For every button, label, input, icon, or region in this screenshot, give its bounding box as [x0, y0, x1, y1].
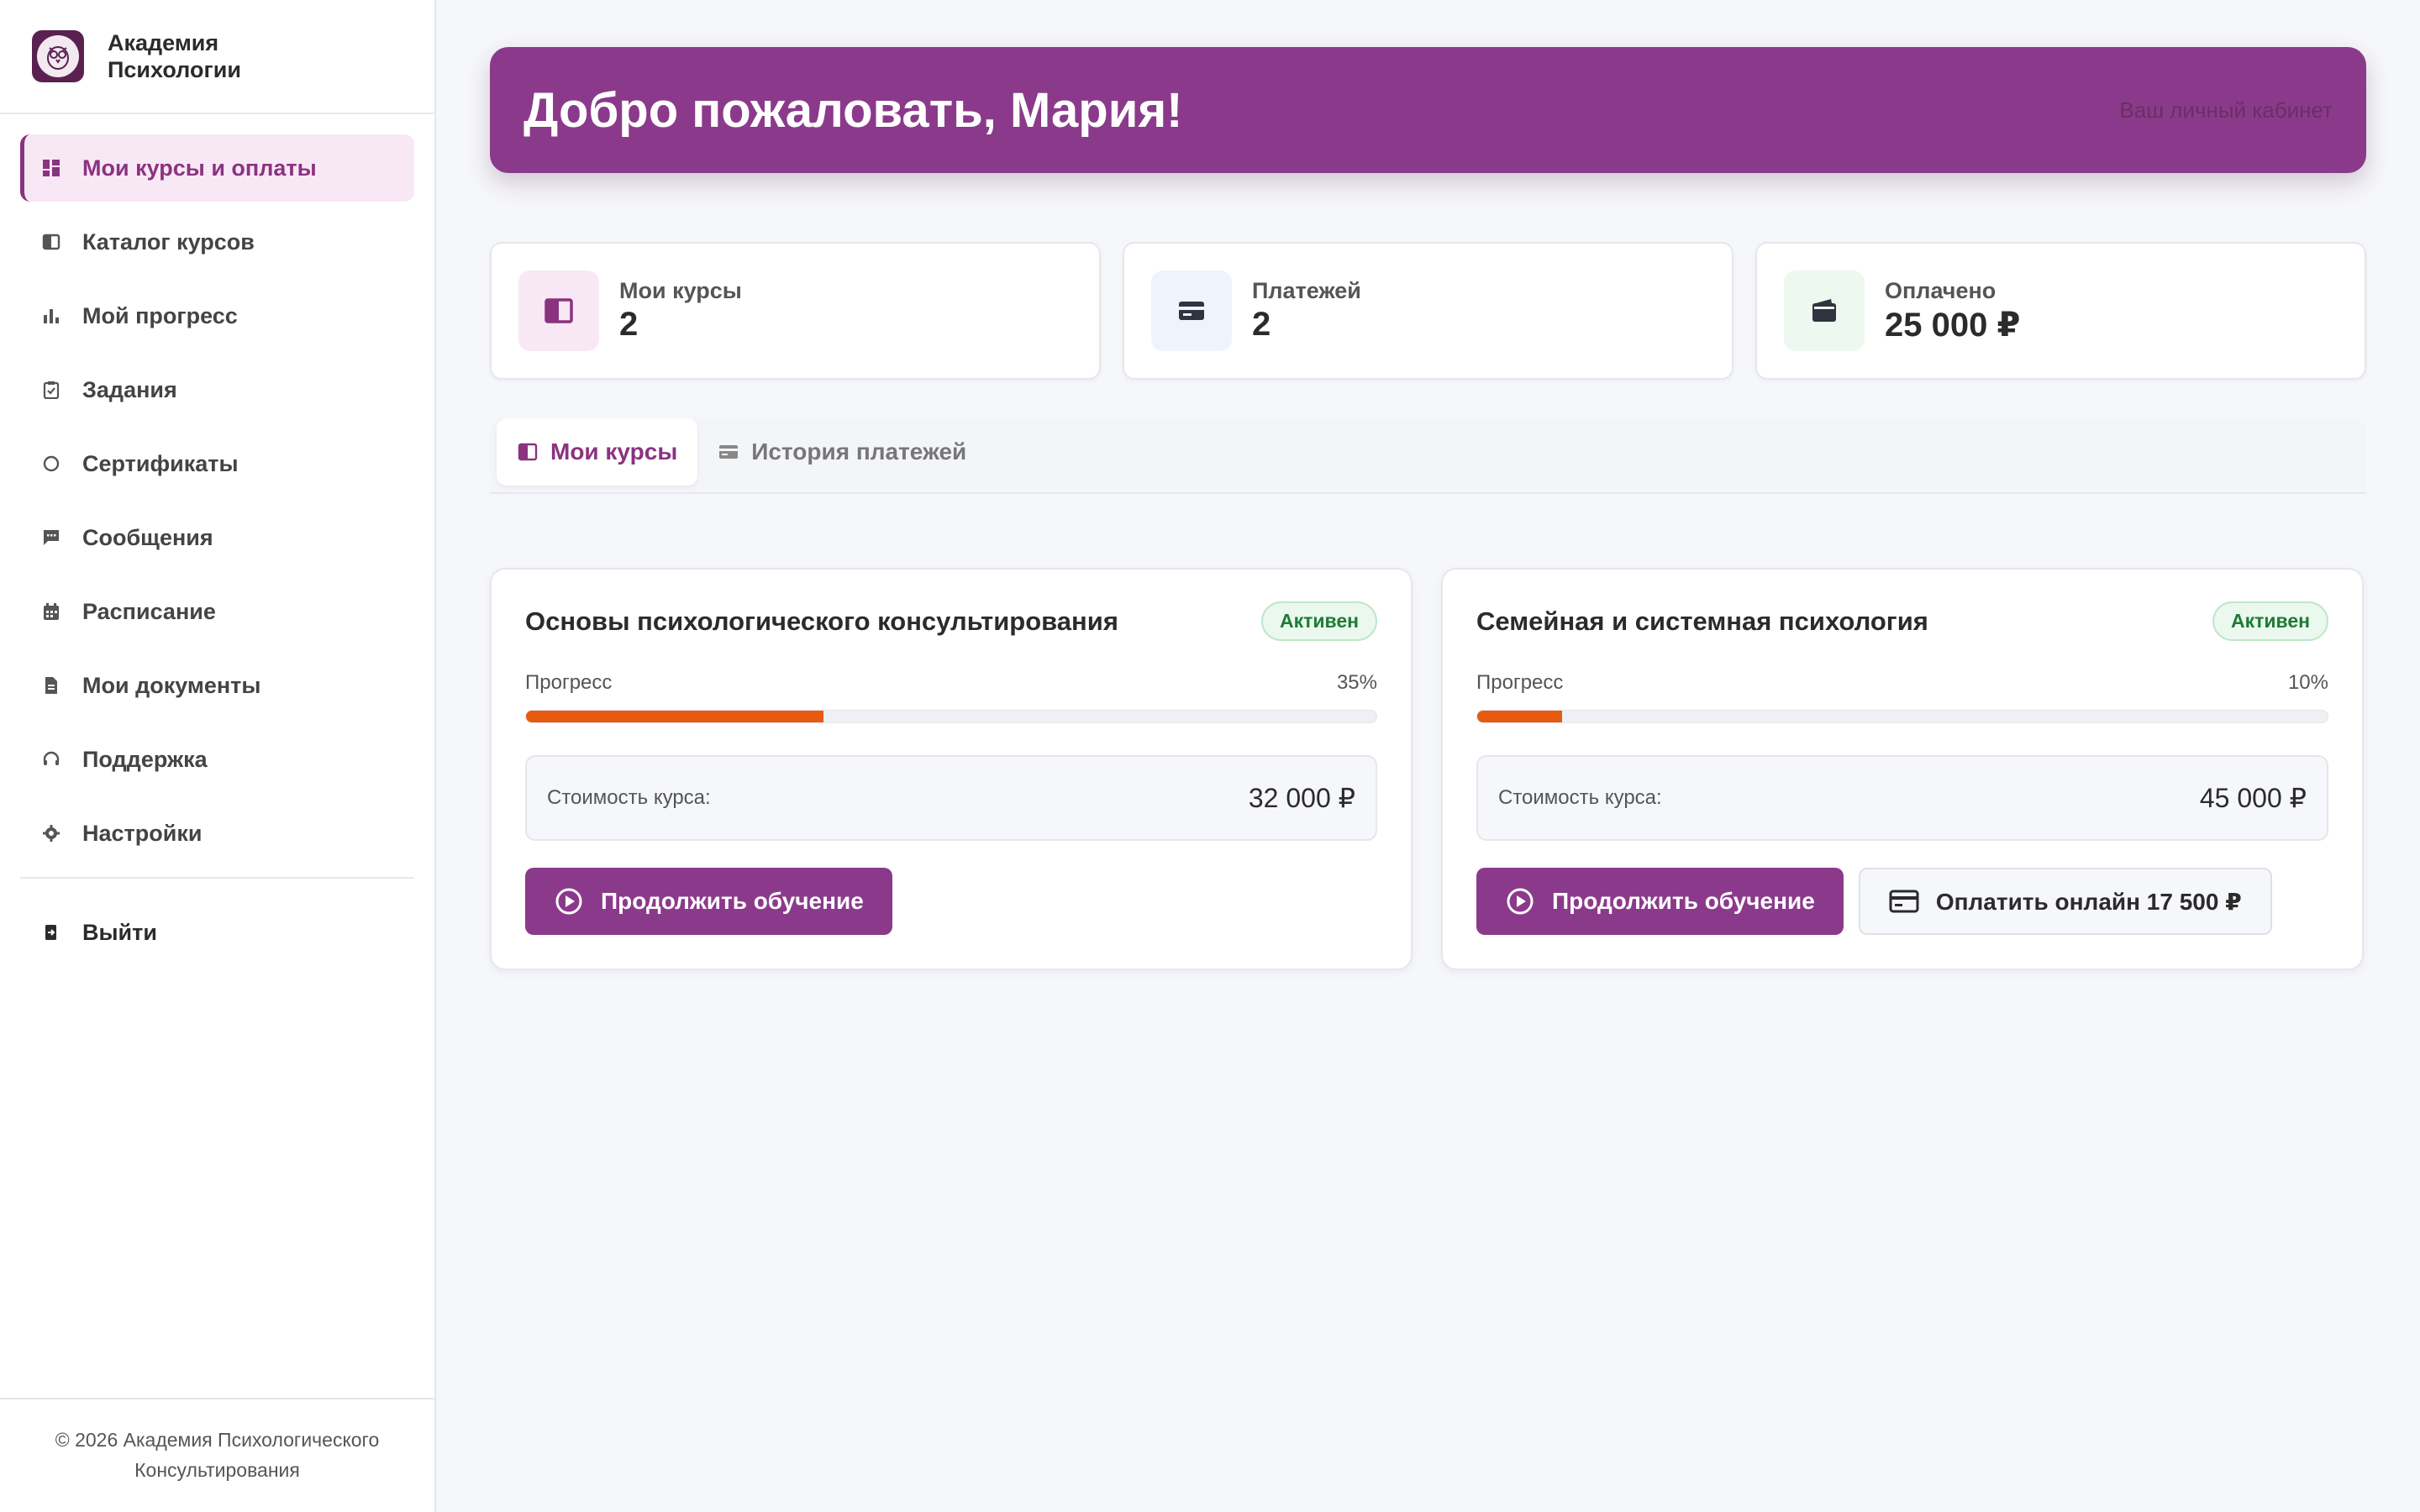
progress-bar [525, 710, 1377, 723]
sidebar-item-label: Поддержка [82, 746, 208, 772]
sidebar-item-label: Мои курсы и оплаты [82, 155, 317, 181]
tab-label: История платежей [751, 438, 967, 465]
headset-icon [40, 748, 62, 770]
gear-icon [40, 822, 62, 844]
credit-card-icon [1151, 270, 1232, 351]
sidebar-item-catalog[interactable]: Каталог курсов [20, 208, 414, 276]
stat-value: 2 [619, 306, 639, 343]
pay-online-button[interactable]: Оплатить онлайн 17 500 ₽ [1858, 868, 2272, 935]
sidebar-item-assignments[interactable]: Задания [20, 356, 414, 423]
progress-row: Прогресс 35% [525, 671, 1377, 695]
course-title: Основы психологического консультирования [525, 606, 1118, 636]
price-box: Стоимость курса: 45 000 ₽ [1476, 755, 2328, 841]
progress-label: Прогресс [1476, 671, 1564, 694]
course-title: Семейная и системная психология [1476, 606, 1928, 636]
logout-label: Выйти [82, 919, 157, 945]
continue-learning-button[interactable]: Продолжить обучение [525, 868, 892, 935]
certificate-icon [40, 453, 62, 475]
progress-label: Прогресс [525, 671, 613, 694]
progress-bar [1476, 710, 2328, 723]
welcome-banner: Добро пожаловать, Мария! Ваш личный каби… [490, 47, 2366, 173]
course-card: Семейная и системная психология Активен … [1441, 568, 2364, 970]
owl-icon [47, 46, 69, 70]
course-card: Основы психологического консультирования… [490, 568, 1413, 970]
stat-value: 2 [1252, 306, 1271, 343]
sidebar-item-label: Настройки [82, 820, 203, 846]
bar-chart-icon [40, 305, 62, 327]
app-root: Академия Психологии Мои курсы и оплаты К… [0, 0, 2420, 1512]
clipboard-check-icon [40, 379, 62, 401]
sidebar-item-support[interactable]: Поддержка [20, 726, 414, 793]
progress-percent: 10% [2287, 671, 2328, 694]
stat-card-payments: Платежей 2 [1123, 242, 1733, 380]
sidebar-nav: Мои курсы и оплаты Каталог курсов Мой пр… [0, 114, 434, 966]
button-label: Оплатить онлайн 17 500 ₽ [1935, 888, 2242, 915]
price-box: Стоимость курса: 32 000 ₽ [525, 755, 1377, 841]
price-label: Стоимость курса: [547, 786, 711, 809]
play-circle-icon [554, 886, 584, 916]
tab-label: Мои курсы [550, 438, 678, 465]
progress-fill [1477, 711, 1563, 722]
button-label: Продолжить обучение [601, 888, 864, 914]
calendar-icon [40, 601, 62, 622]
stat-label: Платежей [1252, 278, 1361, 303]
sidebar-item-label: Сертификаты [82, 450, 239, 476]
continue-learning-button[interactable]: Продолжить обучение [1476, 868, 1844, 935]
welcome-title: Добро пожаловать, Мария! [523, 82, 1183, 138]
progress-percent: 35% [1336, 671, 1377, 694]
stat-label: Оплачено [1885, 277, 1996, 303]
logout-button[interactable]: Выйти [20, 899, 414, 966]
stat-value: 25 000 ₽ [1885, 306, 2021, 344]
wallet-icon [1784, 270, 1865, 351]
sidebar-item-documents[interactable]: Мои документы [20, 652, 414, 719]
tab-payment-history[interactable]: История платежей [697, 418, 986, 486]
play-circle-icon [1505, 886, 1535, 916]
sidebar-item-label: Задания [82, 376, 177, 402]
sidebar-divider [20, 877, 414, 879]
sidebar-item-label: Мои документы [82, 672, 261, 698]
sidebar-item-schedule[interactable]: Расписание [20, 578, 414, 645]
sidebar: Академия Психологии Мои курсы и оплаты К… [0, 0, 436, 1512]
price-value: 45 000 ₽ [2199, 783, 2307, 813]
sidebar-item-progress[interactable]: Мой прогресс [20, 282, 414, 349]
stat-card-paid: Оплачено 25 000 ₽ [1755, 242, 2366, 380]
brand[interactable]: Академия Психологии [0, 0, 434, 114]
course-cards: Основы психологического консультирования… [490, 568, 2366, 970]
sidebar-item-certificates[interactable]: Сертификаты [20, 430, 414, 497]
stat-label: Мои курсы [619, 278, 742, 303]
book-icon [40, 231, 62, 253]
tabs: Мои курсы История платежей [490, 418, 2366, 494]
button-label: Продолжить обучение [1552, 888, 1815, 914]
sidebar-item-label: Каталог курсов [82, 228, 255, 255]
sidebar-item-label: Мой прогресс [82, 302, 238, 328]
price-label: Стоимость курса: [1498, 786, 1662, 809]
progress-fill [526, 711, 824, 722]
sidebar-item-my-courses[interactable]: Мои курсы и оплаты [20, 134, 414, 202]
stats-row: Мои курсы 2 Платежей 2 Оплачено 25 000 ₽ [490, 242, 2366, 380]
sidebar-item-label: Сообщения [82, 524, 213, 550]
sidebar-item-label: Расписание [82, 598, 216, 624]
brand-logo [32, 30, 84, 82]
sidebar-item-messages[interactable]: Сообщения [20, 504, 414, 571]
welcome-subtitle: Ваш личный кабинет [2119, 97, 2333, 123]
credit-card-icon [718, 441, 739, 463]
sidebar-item-settings[interactable]: Настройки [20, 800, 414, 867]
progress-row: Прогресс 10% [1476, 671, 2328, 695]
dashboard-icon [40, 157, 62, 179]
status-badge: Активен [2212, 601, 2328, 641]
status-badge: Активен [1260, 601, 1377, 641]
message-icon [40, 527, 62, 549]
logout-icon [40, 921, 62, 943]
book-icon [518, 270, 599, 351]
tab-my-courses[interactable]: Мои курсы [497, 418, 698, 486]
main-content: Добро пожаловать, Мария! Ваш личный каби… [436, 0, 2420, 1512]
brand-name: Академия Психологии [108, 30, 241, 82]
stat-card-courses: Мои курсы 2 [490, 242, 1101, 380]
price-value: 32 000 ₽ [1248, 783, 1355, 813]
credit-card-icon [1889, 886, 1919, 916]
book-icon [517, 441, 539, 463]
document-icon [40, 675, 62, 696]
sidebar-footer: © 2026 Академия Психологического Консуль… [0, 1398, 434, 1512]
